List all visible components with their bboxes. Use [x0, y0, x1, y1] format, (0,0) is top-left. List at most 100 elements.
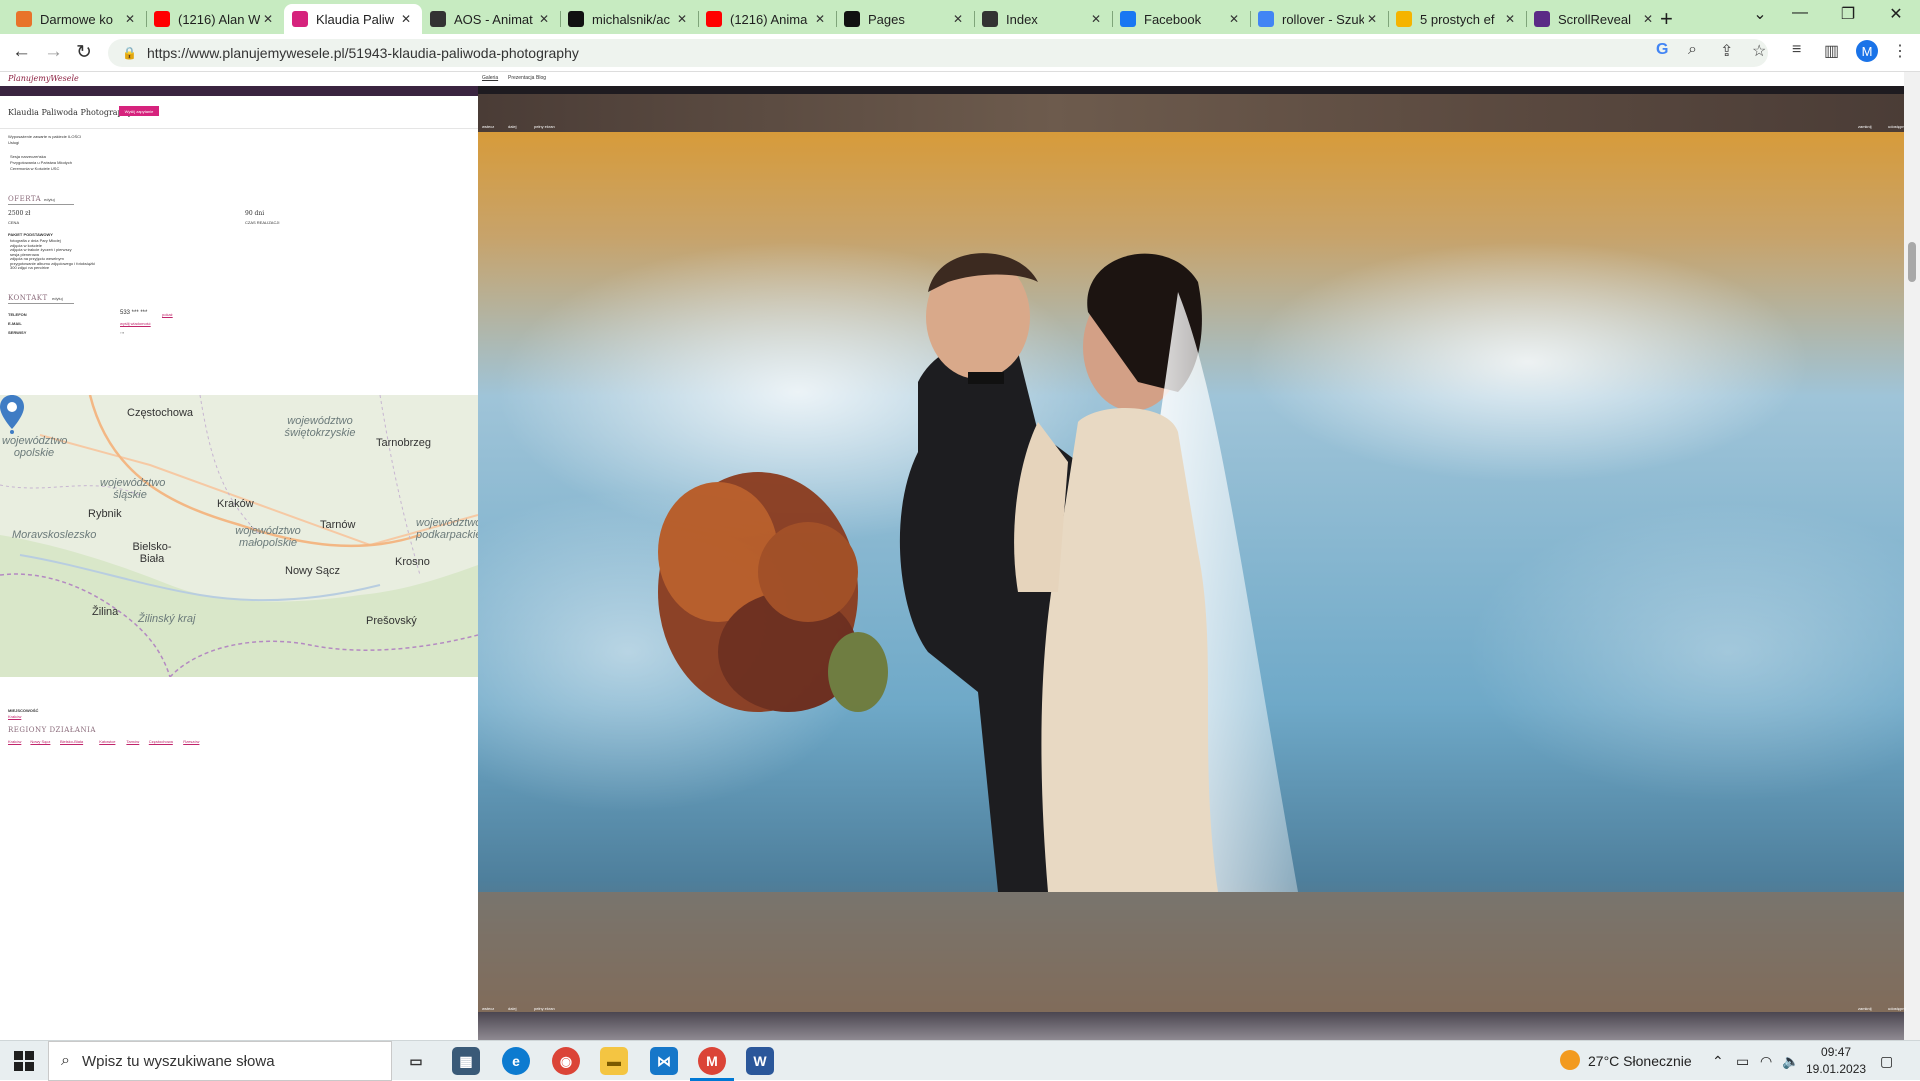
browser-tab[interactable]: ScrollReveal ✕ [1526, 4, 1664, 34]
address-bar[interactable]: 🔒 https://www.planujemywesele.pl/51943-k… [108, 39, 1768, 67]
browser-tab[interactable]: (1216) Alan W ✕ [146, 4, 284, 34]
region-link[interactable]: Częstochowa [149, 739, 173, 744]
close-tab-icon[interactable]: ✕ [260, 12, 276, 26]
browser-tab[interactable]: (1216) Anima ✕ [698, 4, 836, 34]
word-icon[interactable]: W [746, 1047, 774, 1075]
reload-button[interactable]: ↻ [76, 41, 92, 64]
next-control[interactable]: dalej [508, 124, 516, 129]
show-phone-link[interactable]: pokaż [162, 312, 173, 317]
email-link[interactable]: wyślij wiadomość [120, 321, 151, 326]
tab-title: 5 prostych ef [1420, 11, 1495, 27]
browser-tab[interactable]: 5 prostych ef ✕ [1388, 4, 1526, 34]
close-tab-icon[interactable]: ✕ [674, 12, 690, 26]
offer-edit-link[interactable]: edytuj [44, 197, 55, 202]
chrome-profile-icon[interactable]: M [698, 1047, 726, 1075]
side-panel-icon[interactable]: ▥ [1824, 41, 1839, 61]
browser-tab[interactable]: rollover - Szuk ✕ [1250, 4, 1388, 34]
chrome-icon[interactable]: ◉ [552, 1047, 580, 1075]
next-photo-strip[interactable] [478, 1012, 1920, 1040]
taskbar-search-input[interactable]: ⌕ Wpisz tu wyszukiwane słowa [48, 1041, 392, 1081]
tab-search-icon[interactable]: ⌄ [1740, 4, 1780, 24]
contact-edit-link[interactable]: edytuj [52, 296, 63, 301]
next-control[interactable]: dalej [508, 1006, 516, 1011]
region-link[interactable]: Katowice [99, 739, 115, 744]
region-link[interactable]: Bielsko-Biała [60, 739, 83, 744]
new-tab-button[interactable]: + [1660, 6, 1673, 32]
profile-avatar[interactable]: M [1856, 40, 1878, 62]
forward-button[interactable]: → [44, 41, 63, 63]
close-window-button[interactable]: ✕ [1876, 4, 1916, 24]
close-tab-icon[interactable]: ✕ [398, 12, 414, 26]
close-tab-icon[interactable]: ✕ [1088, 12, 1104, 26]
nav-link[interactable]: Galeria [482, 75, 498, 81]
system-clock[interactable]: 09:47 19.01.2023 [1806, 1044, 1866, 1078]
location-pin-icon[interactable] [0, 395, 24, 435]
package-item: 300 zdjęć na pendrive [10, 265, 50, 270]
prev-control[interactable]: wstecz [482, 124, 494, 129]
windows-start-icon[interactable] [14, 1051, 34, 1071]
bookmark-star-icon[interactable]: ☆ [1752, 41, 1766, 61]
close-tab-icon[interactable]: ✕ [950, 12, 966, 26]
browser-tab[interactable]: Klaudia Paliw ✕ [284, 4, 422, 34]
close-tab-icon[interactable]: ✕ [536, 12, 552, 26]
youtube-icon [706, 11, 722, 27]
close-tab-icon[interactable]: ✕ [1364, 12, 1380, 26]
weather-sun-icon[interactable] [1560, 1050, 1580, 1070]
volume-icon[interactable]: 🔈 [1782, 1053, 1799, 1070]
location-map[interactable]: Częstochowa Tarnobrzeg Rybnik Kraków Tar… [0, 395, 478, 677]
map-region: Žilinský kraj [138, 613, 196, 625]
notifications-icon[interactable]: ▢ [1880, 1053, 1893, 1070]
social-icons[interactable]: ▫ ▪ [120, 330, 124, 335]
battery-icon[interactable]: ▭ [1736, 1053, 1749, 1070]
send-inquiry-button[interactable]: Wyślij zapytanie [119, 106, 159, 116]
region-link[interactable]: Nowy Sącz [30, 739, 50, 744]
browser-tab[interactable]: Facebook ✕ [1112, 4, 1250, 34]
close-tab-icon[interactable]: ✕ [122, 12, 138, 26]
google-translate-icon[interactable]: G [1656, 41, 1668, 59]
browser-tab[interactable]: Darmowe ko ✕ [8, 4, 146, 34]
share-control[interactable]: udostępnij [1888, 1006, 1906, 1011]
edge-icon[interactable]: e [502, 1047, 530, 1075]
file-explorer-icon[interactable]: ▬ [600, 1047, 628, 1075]
close-control[interactable]: zamknij [1858, 124, 1872, 129]
browser-tab[interactable]: michalsnik/ac ✕ [560, 4, 698, 34]
menu-kebab-icon[interactable]: ⋮ [1892, 41, 1908, 61]
grid-favicon [16, 11, 32, 27]
nav-link[interactable]: Prezentacja [508, 75, 534, 81]
map-city: Kraków [217, 498, 254, 510]
region-links: Kraków Nowy Sącz Bielsko-Biała Katowice Tarn… [8, 739, 478, 747]
fullscreen-control[interactable]: pełny ekran [534, 124, 555, 129]
page-scrollbar[interactable] [1904, 72, 1920, 1040]
region-link[interactable]: Kraków [8, 739, 21, 744]
close-tab-icon[interactable]: ✕ [812, 12, 828, 26]
restore-button[interactable]: ❐ [1828, 4, 1868, 24]
tray-chevron-icon[interactable]: ⌃ [1712, 1053, 1724, 1070]
browser-tab[interactable]: Pages ✕ [836, 4, 974, 34]
region-link[interactable]: Rzeszów [183, 739, 199, 744]
vendor-name: Klaudia Paliwoda Photography [8, 108, 133, 117]
region-link[interactable]: Tarnów [126, 739, 139, 744]
minimize-button[interactable]: — [1780, 4, 1820, 22]
site-logo[interactable]: PlanujemyWesele [8, 74, 79, 83]
media-control-icon[interactable]: ≡ [1792, 41, 1801, 59]
close-tab-icon[interactable]: ✕ [1226, 12, 1242, 26]
fullscreen-control[interactable]: pełny ekran [534, 1006, 555, 1011]
zoom-icon[interactable]: ⌕ [1688, 41, 1697, 59]
wedding-photo[interactable] [478, 132, 1920, 1012]
vscode-icon[interactable]: ⋈ [650, 1047, 678, 1075]
back-button[interactable]: ← [12, 41, 31, 63]
share-icon[interactable]: ⇪ [1720, 41, 1733, 61]
close-control[interactable]: zamknij [1858, 1006, 1872, 1011]
browser-tab[interactable]: AOS - Animat ✕ [422, 4, 560, 34]
locality-link[interactable]: Kraków [8, 714, 21, 719]
close-tab-icon[interactable]: ✕ [1640, 12, 1656, 26]
task-view-icon[interactable]: ▭ [402, 1047, 430, 1075]
prev-control[interactable]: wstecz [482, 1006, 494, 1011]
scrollbar-thumb[interactable] [1908, 242, 1916, 282]
nav-link[interactable]: Blog [536, 75, 546, 81]
weather-text[interactable]: 27°C Słonecznie [1588, 1053, 1692, 1069]
network-icon[interactable]: ◠ [1760, 1053, 1772, 1070]
calculator-icon[interactable]: ▦ [452, 1047, 480, 1075]
browser-tab[interactable]: Index ✕ [974, 4, 1112, 34]
close-tab-icon[interactable]: ✕ [1502, 12, 1518, 26]
